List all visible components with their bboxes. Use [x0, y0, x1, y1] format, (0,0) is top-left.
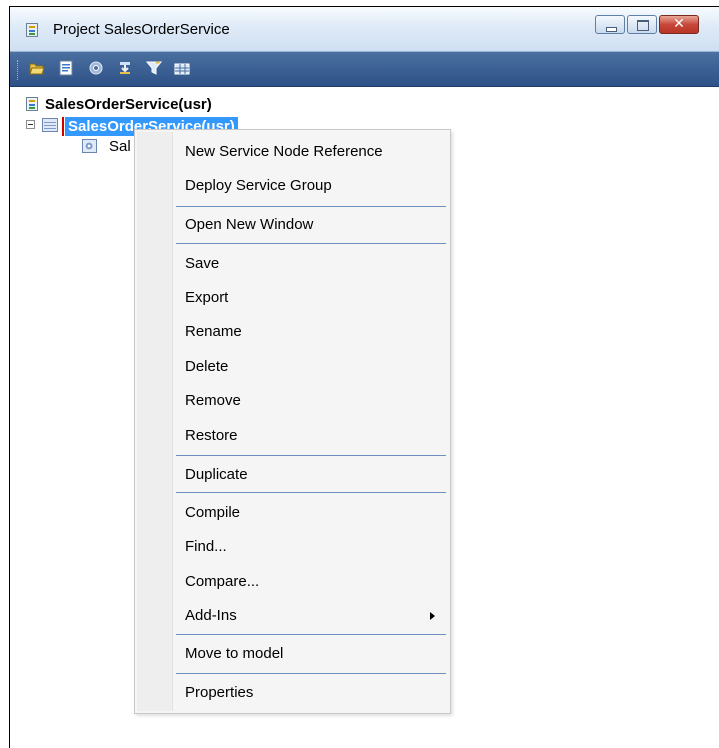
menu-item-open-new-window[interactable]: Open New Window: [185, 216, 313, 234]
context-menu: New Service Node Reference Deploy Servic…: [134, 129, 451, 714]
maximize-button[interactable]: [627, 15, 657, 34]
menu-item-new-service-node-reference[interactable]: New Service Node Reference: [185, 143, 383, 161]
menu-separator: [176, 673, 446, 674]
service-node-label: Sal: [109, 138, 131, 155]
minimize-icon: [606, 27, 617, 32]
menu-icon-gutter: [137, 132, 173, 711]
menu-separator: [176, 455, 446, 456]
submenu-arrow-icon: [430, 612, 435, 620]
tree-root-label: SalesOrderService(usr): [45, 96, 212, 113]
toolbar: [10, 52, 719, 87]
menu-item-delete[interactable]: Delete: [185, 358, 228, 376]
minimize-button[interactable]: [595, 15, 625, 34]
menu-item-add-ins[interactable]: Add-Ins: [185, 607, 237, 625]
toolbar-grip[interactable]: [17, 60, 20, 80]
menu-separator: [176, 492, 446, 493]
open-folder-icon[interactable]: [29, 60, 45, 76]
close-button[interactable]: ✕: [659, 15, 699, 34]
properties-icon[interactable]: [58, 60, 74, 76]
title-bar[interactable]: Project SalesOrderService ✕: [10, 7, 719, 52]
menu-separator: [176, 206, 446, 207]
menu-item-deploy-service-group[interactable]: Deploy Service Group: [185, 177, 332, 195]
menu-separator: [176, 243, 446, 244]
collapse-icon[interactable]: [26, 120, 35, 129]
selection-marker: [62, 117, 64, 136]
service-group-icon: [42, 118, 58, 132]
menu-item-move-to-model[interactable]: Move to model: [185, 645, 283, 663]
settings-icon[interactable]: [88, 60, 104, 76]
menu-item-compare[interactable]: Compare...: [185, 573, 259, 591]
menu-item-restore[interactable]: Restore: [185, 427, 238, 445]
menu-item-duplicate[interactable]: Duplicate: [185, 466, 248, 484]
menu-item-export[interactable]: Export: [185, 289, 228, 307]
filter-icon[interactable]: [146, 60, 162, 76]
maximize-icon: [637, 20, 649, 31]
menu-separator: [176, 634, 446, 635]
menu-item-rename[interactable]: Rename: [185, 323, 242, 341]
window-title: Project SalesOrderService: [53, 21, 230, 38]
menu-item-remove[interactable]: Remove: [185, 392, 241, 410]
menu-item-save[interactable]: Save: [185, 255, 219, 273]
menu-item-find[interactable]: Find...: [185, 538, 227, 556]
grid-icon[interactable]: [174, 60, 190, 76]
close-icon: ✕: [673, 16, 685, 32]
project-node-icon: [26, 97, 38, 111]
import-icon[interactable]: [117, 60, 133, 76]
project-icon: [26, 23, 38, 37]
service-icon: [82, 139, 97, 153]
menu-item-compile[interactable]: Compile: [185, 504, 240, 522]
menu-item-properties[interactable]: Properties: [185, 684, 253, 702]
window-controls: ✕: [593, 15, 699, 36]
